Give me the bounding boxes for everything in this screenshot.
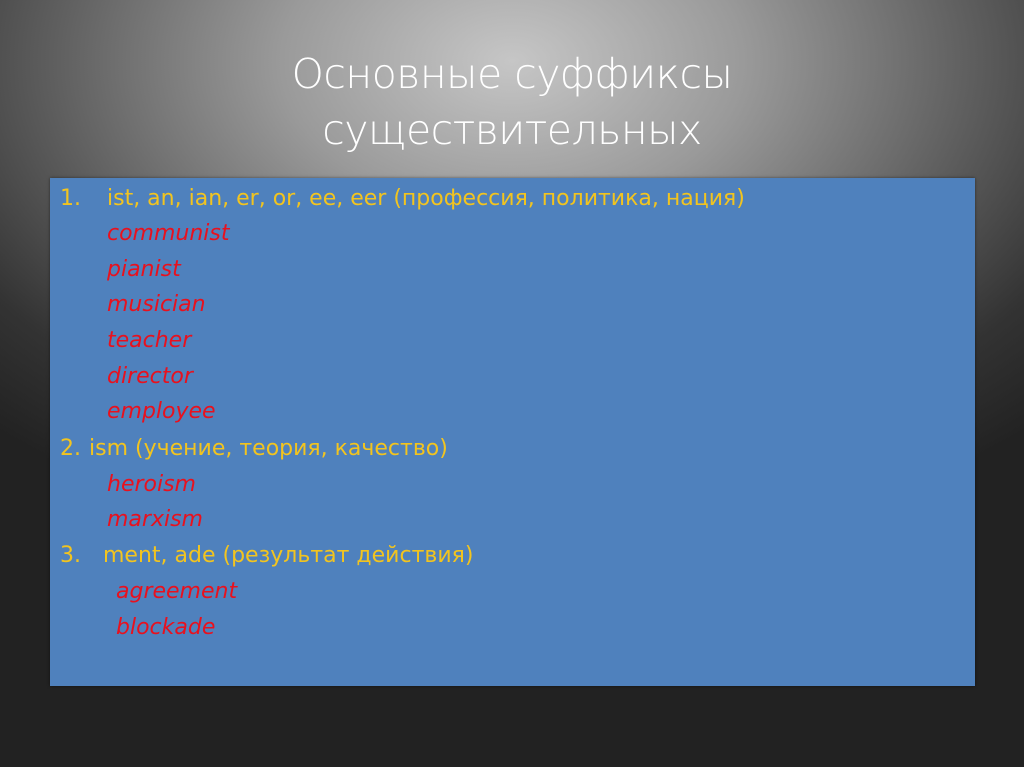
group-2-heading: 2. ism (учение, теория, качество) bbox=[60, 434, 448, 464]
title-line-1: Основные суффиксы bbox=[291, 50, 733, 98]
group-heading-text: ism (учение, теория, качество) bbox=[89, 436, 448, 461]
group-1-heading: 1. ist, an, ian, er, or, ee, eer (професс… bbox=[60, 184, 745, 214]
example-item: agreement bbox=[116, 579, 238, 604]
group-3-heading: 3. ment, ade (результат действия) bbox=[60, 541, 473, 571]
example-item: employee bbox=[107, 399, 216, 424]
example-item: pianist bbox=[107, 257, 181, 282]
group-number: 1. bbox=[60, 186, 81, 211]
example-item: musician bbox=[107, 292, 206, 317]
example-item: communist bbox=[107, 221, 230, 246]
example-item: teacher bbox=[107, 328, 192, 353]
content-box: 1. ist, an, ian, er, or, ee, eer (професс… bbox=[50, 178, 975, 686]
example-item: heroism bbox=[107, 472, 196, 497]
example-item: director bbox=[107, 364, 193, 389]
group-number: 2. bbox=[60, 436, 81, 461]
group-heading-text: ist, an, ian, er, or, ee, eer (профессия… bbox=[107, 186, 745, 211]
group-heading-text: ment, ade (результат действия) bbox=[103, 543, 474, 568]
title-line-2: существительных bbox=[322, 106, 702, 154]
group-number: 3. bbox=[60, 543, 81, 568]
slide-title: Основные суффиксы существительных bbox=[0, 46, 1024, 158]
example-item: marxism bbox=[107, 507, 203, 532]
example-item: blockade bbox=[116, 615, 216, 640]
